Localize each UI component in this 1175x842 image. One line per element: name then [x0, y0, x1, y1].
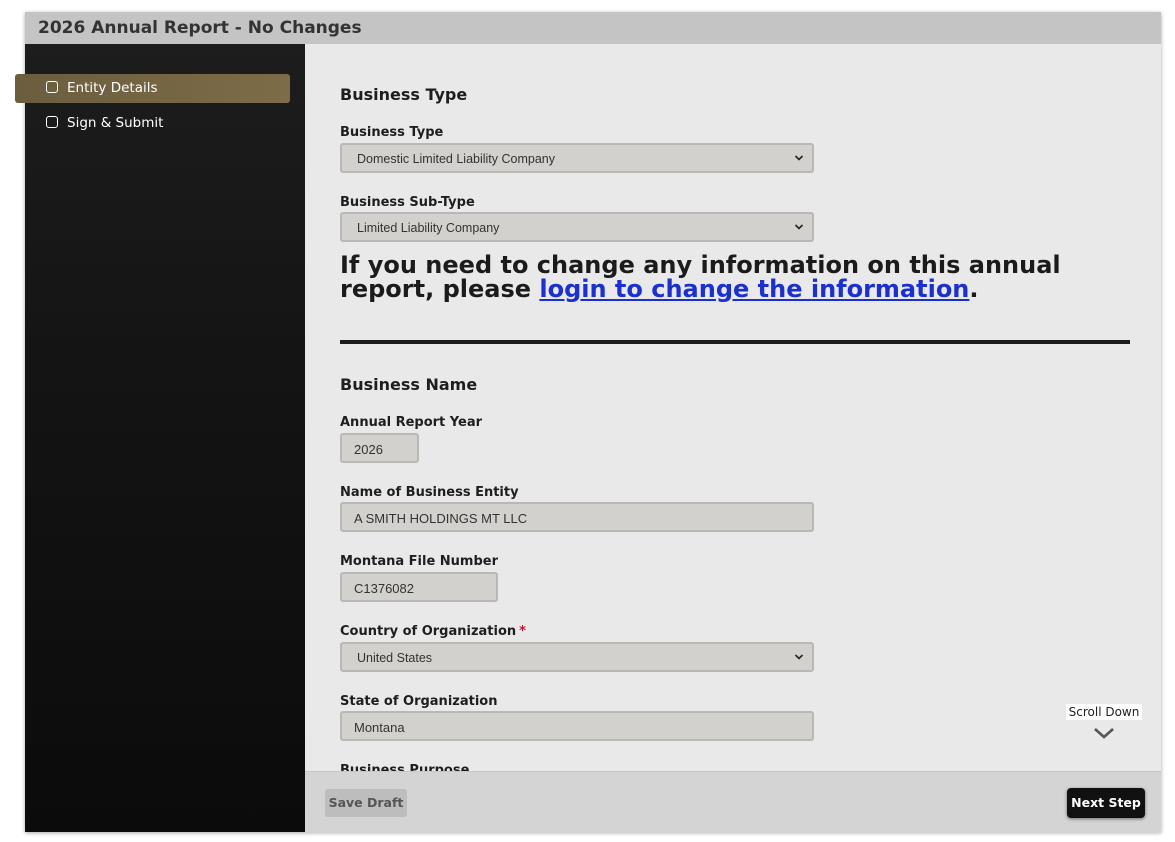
scroll-down-label: Scroll Down [1065, 704, 1143, 720]
login-link[interactable]: login to change the information [539, 275, 969, 303]
annual-report-year-value: 2026 [354, 442, 383, 457]
business-entity-name-field[interactable]: A SMITH HOLDINGS MT LLC [340, 502, 814, 532]
window-title: 2026 Annual Report - No Changes [38, 18, 362, 38]
country-of-organization-label: Country of Organization * [340, 624, 526, 639]
business-type-select[interactable]: Domestic Limited Liability Company [340, 143, 814, 173]
section-heading-business-name: Business Name [340, 375, 478, 394]
business-sub-type-value: Limited Liability Company [357, 221, 500, 235]
chevron-down-icon [794, 224, 804, 230]
business-type-value: Domestic Limited Liability Company [357, 152, 555, 166]
checkbox-icon [46, 116, 58, 128]
section-divider [340, 340, 1130, 344]
chevron-down-icon [794, 654, 804, 660]
business-type-label: Business Type [340, 125, 444, 140]
change-info-notice: If you need to change any information on… [340, 253, 1100, 301]
state-of-organization-label: State of Organization [340, 694, 498, 709]
business-sub-type-select[interactable]: Limited Liability Company [340, 212, 814, 242]
montana-file-number-field[interactable]: C1376082 [340, 572, 498, 602]
montana-file-number-value: C1376082 [354, 581, 414, 596]
annual-report-year-label: Annual Report Year [340, 415, 483, 430]
sidebar-item-label: Entity Details [67, 80, 158, 96]
montana-file-number-label: Montana File Number [340, 554, 499, 569]
chevron-down-icon [794, 155, 804, 161]
form-content[interactable]: Business Type Business Type Domestic Lim… [305, 44, 1161, 771]
business-entity-name-value: A SMITH HOLDINGS MT LLC [354, 511, 528, 526]
form-footer: Save Draft Next Step [305, 771, 1161, 833]
business-sub-type-label: Business Sub-Type [340, 195, 475, 210]
sidebar-item-entity-details[interactable]: Entity Details [15, 74, 290, 103]
required-marker: * [519, 624, 526, 639]
sidebar: Entity Details Sign & Submit [15, 44, 305, 832]
next-step-button[interactable]: Next Step [1067, 788, 1145, 818]
country-of-organization-value: United States [357, 651, 433, 665]
sidebar-item-label: Sign & Submit [67, 115, 164, 131]
country-label-text: Country of Organization [340, 624, 517, 639]
chevron-down-icon [1094, 728, 1114, 739]
country-of-organization-select[interactable]: United States [340, 642, 814, 672]
checkbox-icon [46, 81, 58, 93]
sidebar-item-sign-submit[interactable]: Sign & Submit [15, 109, 290, 138]
business-entity-name-label: Name of Business Entity [340, 485, 519, 500]
section-heading-business-type: Business Type [340, 85, 468, 104]
annual-report-window: 2026 Annual Report - No Changes Entity D… [15, 12, 1161, 833]
title-bar: 2026 Annual Report - No Changes [25, 12, 1161, 45]
state-of-organization-field[interactable]: Montana [340, 711, 814, 741]
state-of-organization-value: Montana [354, 720, 405, 735]
annual-report-year-field[interactable]: 2026 [340, 433, 419, 463]
save-draft-button[interactable]: Save Draft [325, 789, 407, 817]
business-purpose-label: Business Purpose [340, 763, 470, 771]
scroll-down-hint[interactable]: Scroll Down [1063, 703, 1145, 740]
notice-period: . [969, 275, 979, 303]
